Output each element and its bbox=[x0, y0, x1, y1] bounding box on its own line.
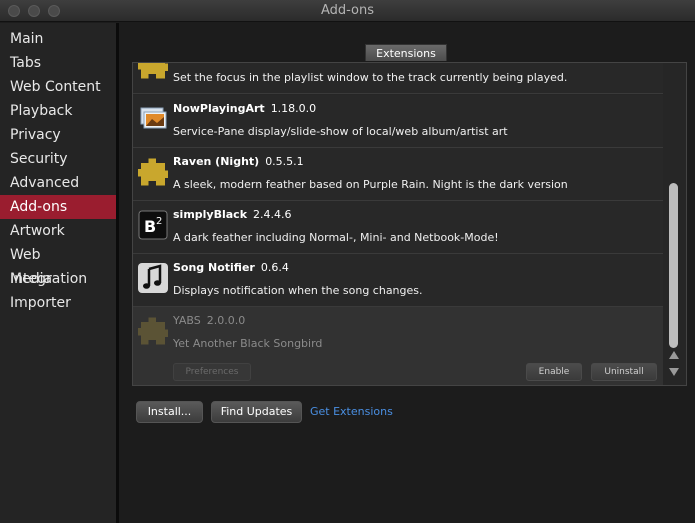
extension-version: 0.6.4 bbox=[260, 261, 289, 274]
list-item[interactable]: NowPlayingArt 1.18.0.0 Service-Pane displ… bbox=[133, 95, 663, 148]
extension-name: YABS bbox=[173, 314, 201, 327]
extension-description: Yet Another Black Songbird bbox=[173, 337, 323, 350]
scrollbar-thumb[interactable] bbox=[669, 183, 678, 348]
window-title: Add-ons bbox=[320, 3, 375, 18]
main-panel: Extensions Set the focus in the playlist… bbox=[122, 23, 695, 523]
extension-version: 0.5.5.1 bbox=[265, 155, 304, 168]
music-note-icon bbox=[138, 263, 168, 293]
extension-description: Set the focus in the playlist window to … bbox=[173, 71, 568, 84]
sidebar-item-artwork[interactable]: Artwork bbox=[0, 219, 116, 243]
svg-text:B: B bbox=[144, 217, 156, 236]
extension-version: 2.0.0.0 bbox=[206, 314, 246, 327]
preferences-button[interactable]: Preferences bbox=[173, 363, 251, 381]
sidebar-item-security[interactable]: Security bbox=[0, 147, 116, 171]
get-extensions-link[interactable]: Get Extensions bbox=[310, 405, 393, 418]
uninstall-button[interactable]: Uninstall bbox=[591, 363, 657, 381]
title-bar: Add-ons bbox=[0, 0, 695, 22]
sidebar-item-add-ons[interactable]: Add-ons bbox=[0, 195, 116, 219]
sidebar-item-web-integration[interactable]: Web Integration bbox=[0, 243, 116, 287]
list-item-disabled[interactable]: YABS 2.0.0.0 Yet Another Black Songbird P… bbox=[133, 307, 663, 385]
list-item[interactable]: B 2 simplyBlack 2.4.4.6 A dark feather in… bbox=[133, 201, 663, 254]
scroll-up-arrow-icon[interactable] bbox=[669, 351, 679, 359]
sidebar-item-playback[interactable]: Playback bbox=[0, 99, 116, 123]
install-button[interactable]: Install... bbox=[136, 401, 203, 423]
extension-version: 2.4.4.6 bbox=[253, 208, 292, 221]
puzzle-icon bbox=[138, 158, 168, 186]
extension-description: Displays notification when the song chan… bbox=[173, 284, 423, 297]
close-window-button[interactable] bbox=[8, 5, 20, 17]
extension-name: NowPlayingArt bbox=[173, 102, 265, 115]
list-item[interactable]: Song Notifier 0.6.4 Displays notification… bbox=[133, 254, 663, 307]
extension-name: Song Notifier bbox=[173, 261, 255, 274]
sidebar-item-web-content[interactable]: Web Content bbox=[0, 75, 116, 99]
puzzle-icon bbox=[138, 317, 168, 345]
extension-description: A dark feather including Normal-, Mini- … bbox=[173, 231, 499, 244]
svg-text:2: 2 bbox=[156, 216, 162, 227]
extension-name: Raven (Night) bbox=[173, 155, 260, 168]
zoom-window-button[interactable] bbox=[48, 5, 60, 17]
extensions-list[interactable]: Set the focus in the playlist window to … bbox=[132, 62, 687, 386]
list-item[interactable]: Raven (Night) 0.5.5.1 A sleek, modern fea… bbox=[133, 148, 663, 201]
scroll-down-arrow-icon[interactable] bbox=[669, 368, 679, 376]
extension-description: A sleek, modern feather based on Purple … bbox=[173, 178, 568, 191]
extension-version: 1.18.0.0 bbox=[270, 102, 317, 115]
minimize-window-button[interactable] bbox=[28, 5, 40, 17]
extension-description: Service-Pane display/slide-show of local… bbox=[173, 125, 508, 138]
find-updates-button[interactable]: Find Updates bbox=[211, 401, 302, 423]
tab-extensions[interactable]: Extensions bbox=[365, 44, 447, 61]
sidebar-item-advanced[interactable]: Advanced bbox=[0, 171, 116, 195]
vertical-scrollbar[interactable] bbox=[665, 63, 686, 385]
sidebar-item-privacy[interactable]: Privacy bbox=[0, 123, 116, 147]
enable-button[interactable]: Enable bbox=[526, 363, 582, 381]
b2-icon: B 2 bbox=[138, 210, 168, 240]
extension-name: simplyBlack bbox=[173, 208, 248, 221]
sidebar-item-main[interactable]: Main bbox=[0, 27, 116, 51]
image-icon bbox=[138, 104, 168, 134]
puzzle-icon bbox=[138, 63, 168, 79]
list-item[interactable]: Set the focus in the playlist window to … bbox=[133, 63, 663, 94]
sidebar-item-tabs[interactable]: Tabs bbox=[0, 51, 116, 75]
sidebar: Main Tabs Web Content Playback Privacy S… bbox=[0, 23, 119, 523]
